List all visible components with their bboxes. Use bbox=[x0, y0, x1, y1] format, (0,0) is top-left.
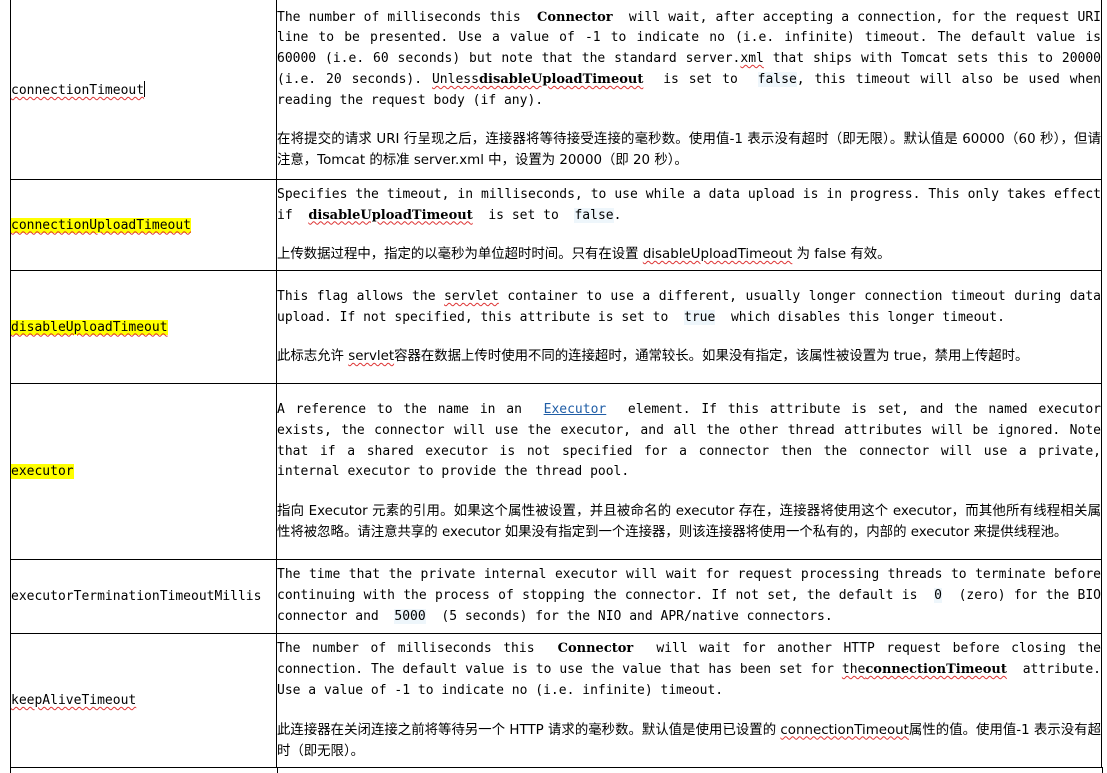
code-connector: Connector bbox=[536, 9, 613, 25]
attribute-name: connectionTimeout bbox=[11, 83, 145, 98]
attribute-name: executorTerminationTimeoutMillis bbox=[11, 589, 262, 604]
attribute-description-cell[interactable]: The number of milliseconds this Connecto… bbox=[276, 0, 1102, 180]
attribute-name: disableUploadTimeout bbox=[11, 319, 168, 335]
description-zh: 此标志允许 servlet容器在数据上传时使用不同的连接超时，通常较长。如果没有… bbox=[277, 349, 1029, 365]
description-en: Specifies the timeout, in milliseconds, … bbox=[277, 186, 1101, 223]
description-zh: 上传数据过程中，指定的以毫秒为单位超时时间。只有在设置 disableUploa… bbox=[277, 247, 891, 263]
code-connectionTimeout: connectionTimeout bbox=[865, 662, 1007, 678]
next-row-stub bbox=[10, 767, 1103, 773]
code-connector: Connector bbox=[557, 641, 634, 657]
code-disableUploadTimeout: disableUploadTimeout bbox=[308, 207, 473, 223]
description-zh: 此连接器在关闭连接之前将等待另一个 HTTP 请求的毫秒数。默认值是使用已设置的… bbox=[277, 722, 1102, 759]
attribute-name-cell[interactable]: connectionTimeout bbox=[10, 0, 277, 180]
attribute-description-cell[interactable]: The number of milliseconds this Connecto… bbox=[276, 633, 1102, 768]
description-zh: 在将提交的请求 URI 行呈现之后，连接器将等待接受连接的毫秒数。使用值-1 表… bbox=[277, 132, 1101, 169]
attribute-name-cell[interactable]: disableUploadTimeout bbox=[10, 270, 277, 384]
description-en: This flag allows the servlet container t… bbox=[277, 288, 1102, 325]
table-row: connectionUploadTimeout Specifies the ti… bbox=[10, 179, 1102, 271]
table-row: executor A reference to the name in an E… bbox=[10, 383, 1102, 560]
attribute-description-cell[interactable]: This flag allows the servlet container t… bbox=[276, 270, 1102, 384]
code-false: false bbox=[574, 207, 614, 223]
attribute-description-cell[interactable]: Specifies the timeout, in milliseconds, … bbox=[276, 179, 1102, 271]
attribute-name-cell[interactable]: executorTerminationTimeoutMillis bbox=[10, 559, 277, 634]
table-row: connectionTimeout The number of millisec… bbox=[10, 0, 1102, 180]
executor-link[interactable]: Executor bbox=[544, 402, 607, 417]
description-en: The time that the private internal execu… bbox=[277, 567, 1101, 624]
attribute-name-cell[interactable]: executor bbox=[10, 383, 277, 560]
code-true: true bbox=[684, 309, 716, 325]
attribute-name: keepAliveTimeout bbox=[11, 693, 137, 708]
table-row: executorTerminationTimeoutMillis The tim… bbox=[10, 559, 1102, 634]
code-false: false bbox=[757, 71, 797, 87]
attribute-name: connectionUploadTimeout bbox=[11, 217, 192, 233]
attribute-name: executor bbox=[11, 464, 74, 479]
description-en: The number of milliseconds this Connecto… bbox=[277, 641, 1102, 698]
description-en: The number of milliseconds this Connecto… bbox=[277, 9, 1102, 108]
attribute-description-cell[interactable]: The time that the private internal execu… bbox=[276, 559, 1102, 634]
attribute-name-cell[interactable]: connectionUploadTimeout bbox=[10, 179, 277, 271]
text-cursor bbox=[144, 81, 146, 97]
attribute-description-cell[interactable]: A reference to the name in an Executor e… bbox=[276, 383, 1102, 560]
code-disableUploadTimeout: disableUploadTimeout bbox=[478, 71, 644, 87]
attribute-table: connectionTimeout The number of millisec… bbox=[10, 0, 1102, 768]
code-zero: 0 bbox=[934, 588, 942, 604]
code-5000: 5000 bbox=[394, 608, 426, 624]
attribute-name-cell[interactable]: keepAliveTimeout bbox=[10, 633, 277, 768]
description-en: A reference to the name in an Executor e… bbox=[277, 402, 1102, 480]
table-row: keepAliveTimeout The number of milliseco… bbox=[10, 633, 1102, 768]
table-row: disableUploadTimeout This flag allows th… bbox=[10, 270, 1102, 384]
description-zh: 指向 Executor 元素的引用。如果这个属性被设置，并且被命名的 execu… bbox=[277, 503, 1101, 540]
